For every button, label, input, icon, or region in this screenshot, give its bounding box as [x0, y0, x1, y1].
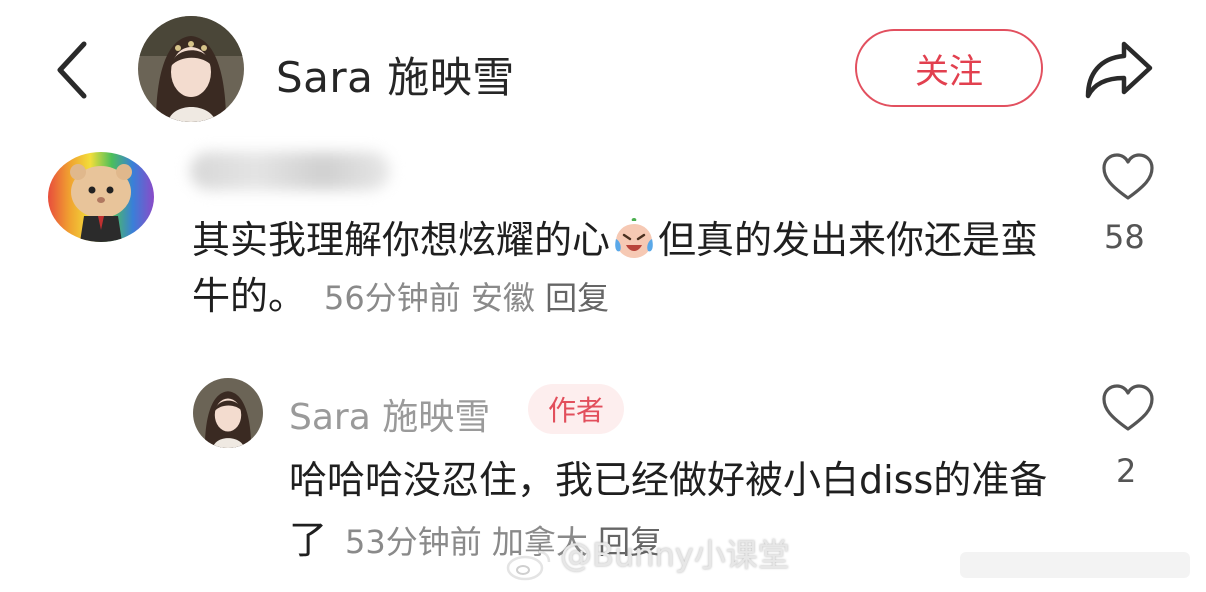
- comment-reply-link[interactable]: 回复: [545, 279, 609, 317]
- crying-laughing-emoji-icon: [615, 218, 653, 258]
- comment-meta: 56分钟前 安徽 回复: [324, 279, 609, 317]
- watermark-blurred-id: [960, 552, 1190, 578]
- reply-author-name[interactable]: Sara 施映雪: [289, 388, 490, 440]
- page-title: Sara 施映雪: [276, 53, 515, 102]
- comment-like-heart-icon[interactable]: [1101, 152, 1155, 202]
- back-chevron-icon[interactable]: [52, 40, 92, 100]
- reply-like-heart-icon[interactable]: [1101, 383, 1155, 433]
- watermark-text: @Bunny小课堂: [560, 536, 790, 574]
- author-badge: 作者: [528, 384, 624, 434]
- weibo-logo-icon: [506, 550, 551, 581]
- reply-author-avatar[interactable]: [193, 378, 263, 448]
- comment-text: 其实我理解你想炫耀的心 但真的发出来你还是蛮牛的。 56分钟前 安徽 回复: [192, 212, 1062, 326]
- comment-location: 安徽: [470, 279, 535, 317]
- reply-time: 53分钟前: [345, 523, 482, 561]
- reply-like-count: 2: [1116, 452, 1137, 490]
- commenter-name-blurred: [190, 152, 390, 190]
- profile-avatar[interactable]: [138, 16, 244, 122]
- comment-time: 56分钟前: [324, 279, 461, 317]
- commenter-avatar[interactable]: [48, 152, 154, 242]
- share-arrow-icon[interactable]: [1082, 36, 1156, 102]
- comment-like-count: 58: [1104, 218, 1145, 256]
- follow-button[interactable]: 关注: [855, 29, 1043, 107]
- comment-text-part1: 其实我理解你想炫耀的心: [192, 218, 611, 262]
